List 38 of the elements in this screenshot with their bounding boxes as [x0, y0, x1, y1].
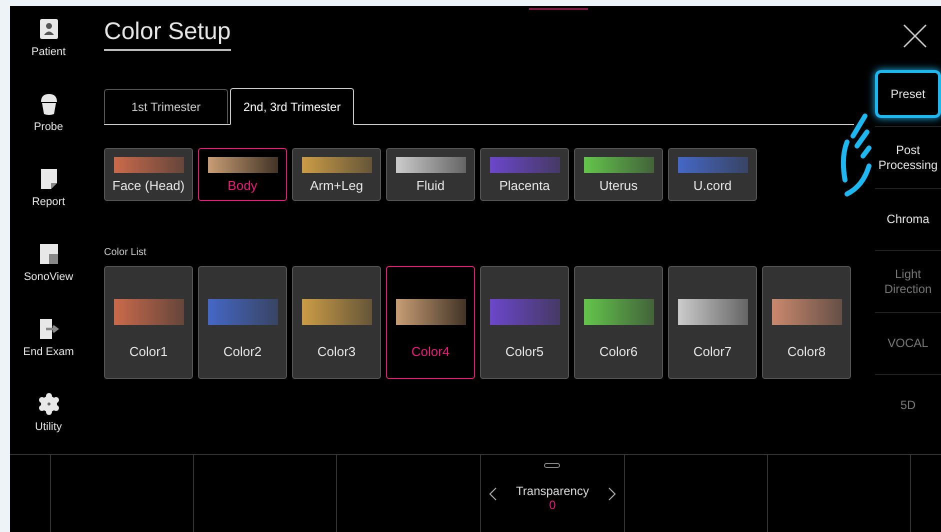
sidebar-item[interactable]: Probe: [14, 93, 84, 148]
tab[interactable]: 1st Trimester: [104, 89, 228, 124]
color-option[interactable]: Color6: [574, 266, 663, 379]
patient-icon: [38, 18, 60, 40]
control-label: Transparency: [516, 484, 589, 498]
menu-button[interactable]: Chroma: [875, 188, 941, 250]
sidebar-item[interactable]: Utility: [14, 393, 84, 448]
page-title: Color Setup: [104, 16, 231, 51]
body-part-button[interactable]: Face (Head): [104, 148, 193, 201]
utility-icon: [38, 393, 60, 415]
body-part-button[interactable]: Placenta: [480, 148, 569, 201]
body-part-button[interactable]: U.cord: [668, 148, 757, 201]
control-value: 0: [549, 498, 556, 512]
color-option[interactable]: Color3: [292, 266, 381, 379]
section-label: Color List: [104, 247, 148, 259]
page-indicator: [529, 8, 588, 10]
menu-button[interactable]: Preset: [875, 70, 941, 118]
sonoview-icon: [38, 243, 60, 265]
body-part-button[interactable]: Fluid: [386, 148, 475, 201]
body-part-button[interactable]: Arm+Leg: [292, 148, 381, 201]
color-option[interactable]: Color1: [104, 266, 193, 379]
menu-button[interactable]: Post Processing: [875, 126, 941, 188]
sidebar-item[interactable]: SonoView: [14, 243, 84, 298]
sidebar-item[interactable]: End Exam: [14, 318, 84, 373]
endexam-icon: [38, 318, 60, 340]
sidebar-item[interactable]: Report: [14, 168, 84, 223]
hand-gesture-icon: [839, 112, 873, 198]
color-option[interactable]: Color4: [386, 266, 475, 379]
body-part-button[interactable]: Body: [198, 148, 287, 201]
handle-indicator: [544, 463, 560, 468]
color-option[interactable]: Color8: [762, 266, 851, 379]
tab[interactable]: 2nd, 3rd Trimester: [230, 88, 354, 125]
close-icon[interactable]: [903, 24, 927, 48]
color-option[interactable]: Color7: [668, 266, 757, 379]
sidebar-item[interactable]: Patient: [14, 18, 84, 73]
color-option[interactable]: Color2: [198, 266, 287, 379]
body-part-button[interactable]: Uterus: [574, 148, 663, 201]
color-option[interactable]: Color5: [480, 266, 569, 379]
